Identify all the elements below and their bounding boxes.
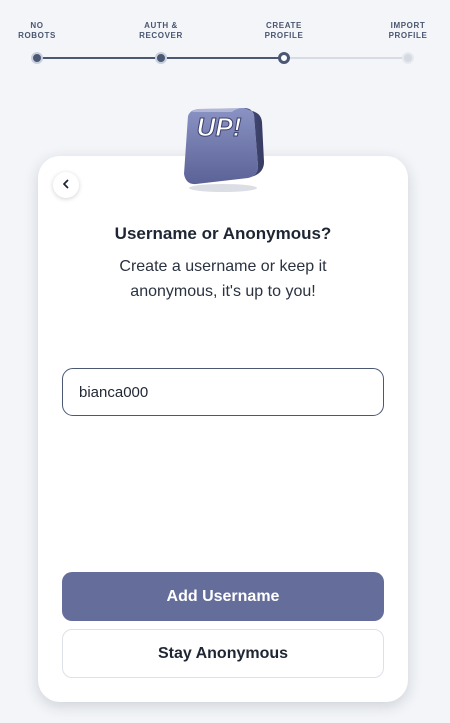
- step-label-no-robots: NO ROBOTS: [18, 21, 56, 40]
- step-dot-auth-recover: [155, 52, 167, 64]
- step-connector-1: [37, 57, 161, 59]
- step-connector-2: [161, 57, 284, 59]
- create-profile-page: NO ROBOTS AUTH & RECOVER CREATE PROFILE …: [0, 0, 450, 723]
- page-subtitle: Create a username or keep it anonymous, …: [119, 258, 327, 300]
- logo-text: UP!: [197, 112, 242, 142]
- step-dot-no-robots: [31, 52, 43, 64]
- page-title: Username or Anonymous?: [114, 224, 332, 243]
- profile-card: Username or Anonymous? Create a username…: [38, 156, 408, 702]
- back-button[interactable]: [53, 172, 79, 198]
- stay-anonymous-button[interactable]: Stay Anonymous: [62, 629, 384, 678]
- step-dot-import-profile: [402, 52, 414, 64]
- up-logo: UP!: [178, 104, 268, 192]
- add-username-button[interactable]: Add Username: [62, 572, 384, 621]
- step-label-import-profile: IMPORT PROFILE: [388, 21, 428, 40]
- step-dot-create-profile: [278, 52, 290, 64]
- step-connector-3: [284, 57, 408, 59]
- onboarding-stepper: NO ROBOTS AUTH & RECOVER CREATE PROFILE …: [0, 0, 450, 80]
- username-input[interactable]: [62, 368, 384, 416]
- chevron-left-icon: [61, 176, 71, 194]
- step-label-auth-recover: AUTH & RECOVER: [139, 21, 183, 40]
- step-label-create-profile: CREATE PROFILE: [264, 21, 304, 40]
